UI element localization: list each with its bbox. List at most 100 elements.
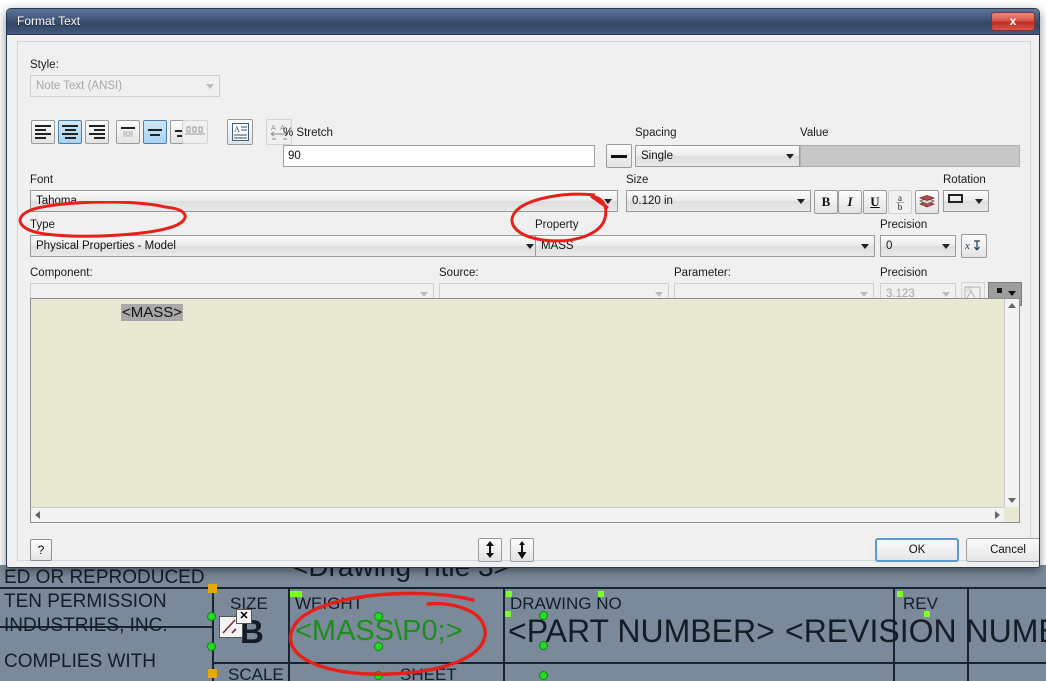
svg-text:30: 30 [966,287,972,293]
cad-grip[interactable] [539,671,548,680]
precision-2-label: Precision [880,267,928,279]
property-combo[interactable]: MASS [535,235,875,257]
chevron-down-icon [526,244,534,249]
cad-grip[interactable] [207,612,216,621]
cad-drawing-no-value: <PART NUMBER> [508,613,775,649]
help-button[interactable]: ? [30,539,52,561]
close-button[interactable]: x [991,12,1035,31]
cad-grip[interactable] [208,669,217,678]
move-up-icon [486,541,494,558]
stack-fraction-icon: ab [896,193,904,212]
stretch-input[interactable] [283,145,595,167]
rotation-icon [948,194,963,203]
cad-grip[interactable] [897,591,903,597]
rotation-combo[interactable] [943,190,989,212]
cad-grip[interactable] [208,584,217,593]
cad-grip[interactable] [506,591,512,597]
cad-vline-3 [503,587,505,681]
insert-field-button[interactable]: x [961,234,987,258]
cad-drawing-no-label: DRAWING NO [510,594,622,613]
align-left-icon [35,125,51,139]
svg-text:A: A [271,125,276,132]
align-center-button[interactable] [58,120,82,144]
align-center-icon [62,125,78,139]
editor-vertical-scrollbar[interactable] [1004,299,1019,507]
cad-sheet-label: SHEET [400,665,457,681]
ok-button[interactable]: OK [875,538,959,562]
cad-grip[interactable] [598,591,604,597]
cad-hline-bottom [212,662,1046,664]
text-editor-canvas[interactable]: <MASS> [31,299,1004,507]
cad-delete-marker[interactable]: ✕ [236,609,252,624]
stretch-label: % Stretch [283,127,333,139]
chevron-down-icon [975,199,983,204]
stack-button[interactable]: ab [888,190,912,214]
cad-note-line-1: ED OR REPRODUCED [4,567,205,588]
cad-vline-2 [288,587,290,681]
spacing-combo[interactable]: Single [635,145,800,167]
property-label: Property [535,219,579,231]
dialog-body: Style: Note Text (ANSI) A A A % Stretch … [7,35,1039,567]
cad-weight-label: WEIGHT [295,594,363,613]
editor-horizontal-scrollbar[interactable] [31,507,1004,522]
cad-grip[interactable] [539,611,548,620]
format-text-dialog: Format Text x Style: Note Text (ANSI) A … [6,8,1040,568]
spacing-label: Spacing [635,127,677,139]
line-spacing-button[interactable] [606,144,632,168]
move-up-button[interactable] [478,538,502,562]
cad-title-block[interactable]: ED OR REPRODUCED TEN PERMISSION INDUSTRI… [0,565,1046,681]
font-combo[interactable]: Tahoma [30,190,618,212]
source-label: Source: [439,267,479,279]
cad-grip[interactable] [505,611,511,617]
text-editor[interactable]: <MASS> [30,298,1020,523]
dialog-titlebar[interactable]: Format Text x [7,9,1039,35]
tab-stops-button[interactable] [182,120,208,144]
style-combo-value: Note Text (ANSI) [36,80,123,92]
chevron-down-icon [1008,291,1016,296]
text-properties-button[interactable]: A [227,119,253,145]
cad-grip[interactable] [539,641,548,650]
cad-grip[interactable] [924,611,930,617]
value-input[interactable] [800,145,1020,167]
font-combo-value: Tahoma [36,195,77,207]
move-down-icon [517,541,527,559]
tab-stops-icon [185,126,205,135]
italic-button[interactable]: I [838,190,862,214]
chevron-down-icon [942,292,950,297]
property-combo-value: MASS [541,240,574,252]
align-left-button[interactable] [31,120,55,144]
cad-grip[interactable] [296,591,302,597]
precision-1-combo[interactable]: 0 [880,235,956,257]
scroll-up-icon[interactable] [1008,303,1016,308]
move-down-button[interactable] [510,538,534,562]
align-right-button[interactable] [85,120,109,144]
cad-grip[interactable] [374,612,383,621]
cad-vline-1 [212,587,214,681]
underline-button[interactable]: U [863,190,887,214]
chevron-down-icon [786,154,794,159]
align-right-icon [89,125,105,139]
valign-middle-button[interactable] [143,120,167,144]
valign-top-button[interactable] [116,120,140,144]
cad-grip[interactable] [374,642,383,651]
scroll-down-icon[interactable] [1008,498,1016,503]
cad-rev-label: REV [903,594,938,613]
cad-rev-value: <REVISION NUMBER [785,613,1046,649]
valign-top-icon [120,125,136,139]
size-combo[interactable]: 0.120 in [626,190,811,212]
cad-scale-label: SCALE [228,665,284,681]
cad-grip[interactable] [374,671,383,680]
component-label: Component: [30,267,93,279]
scroll-right-icon[interactable] [995,511,1000,519]
layers-button[interactable] [915,190,939,214]
style-combo[interactable]: Note Text (ANSI) [30,75,220,97]
cad-note-line-2: TEN PERMISSION [4,591,167,612]
svg-text:A: A [234,125,240,134]
scroll-left-icon[interactable] [35,511,40,519]
cad-grip[interactable] [207,642,216,651]
type-combo[interactable]: Physical Properties - Model [30,235,540,257]
bold-button[interactable]: B [814,190,838,214]
cancel-button[interactable]: Cancel [966,538,1039,562]
svg-text:x: x [965,240,970,252]
dialog-inner-panel: Style: Note Text (ANSI) A A A % Stretch … [17,41,1039,562]
